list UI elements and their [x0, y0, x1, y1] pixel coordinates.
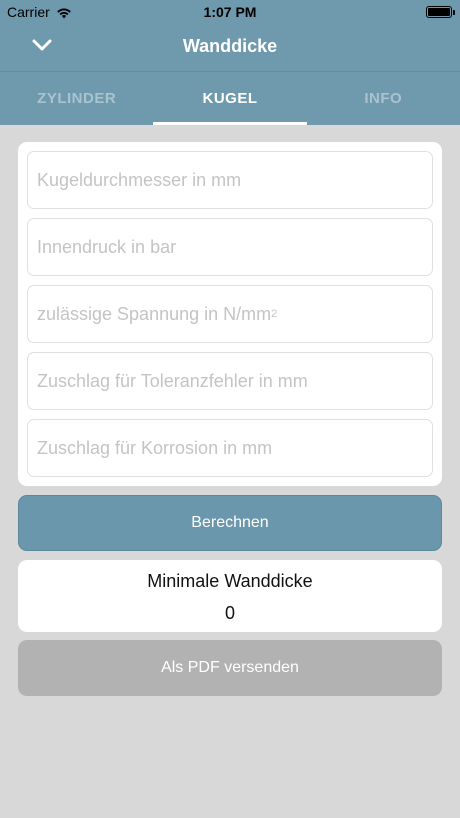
tolerance-allowance-field[interactable]	[27, 352, 433, 410]
corrosion-allowance-field[interactable]	[27, 419, 433, 477]
battery-icon	[426, 6, 455, 18]
allowable-stress-field[interactable]: zulässige Spannung in N/mm 2	[27, 285, 433, 343]
allowable-stress-input[interactable]	[28, 286, 432, 342]
calculate-button[interactable]: Berechnen	[18, 495, 442, 551]
tab-bar: ZYLINDER KUGEL INFO	[0, 72, 460, 125]
corrosion-allowance-input[interactable]	[28, 420, 432, 476]
ball-diameter-input[interactable]	[28, 152, 432, 208]
tab-info[interactable]: INFO	[307, 72, 460, 125]
internal-pressure-field[interactable]	[27, 218, 433, 276]
input-form-card: zulässige Spannung in N/mm2	[18, 142, 442, 486]
tolerance-allowance-input[interactable]	[28, 353, 432, 409]
send-pdf-button[interactable]: Als PDF versenden	[18, 640, 442, 696]
navigation-bar: Wanddicke	[0, 24, 460, 71]
page-title: Wanddicke	[182, 36, 278, 56]
status-time: 1:07 PM	[203, 4, 257, 20]
tab-kugel[interactable]: KUGEL	[153, 72, 307, 125]
result-value: 0	[224, 603, 235, 623]
result-card: Minimale Wanddicke 0	[18, 560, 442, 632]
header: Carrier 1:07 PM Wanddicke ZYLINDER KUGEL…	[0, 0, 460, 125]
result-label: Minimale Wanddicke	[147, 571, 313, 591]
internal-pressure-input[interactable]	[28, 219, 432, 275]
tab-zylinder[interactable]: ZYLINDER	[0, 72, 153, 125]
status-bar: Carrier 1:07 PM	[0, 0, 460, 24]
ball-diameter-field[interactable]	[27, 151, 433, 209]
